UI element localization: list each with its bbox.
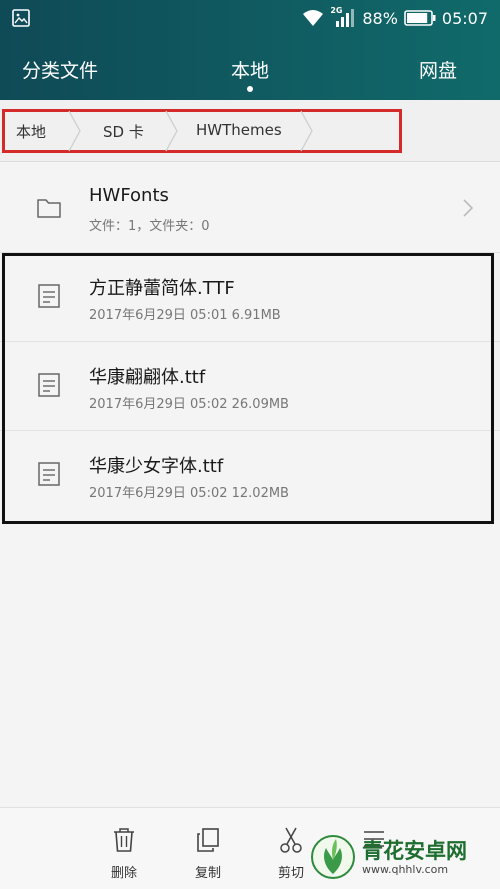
- cut-label: 剪切: [277, 866, 304, 881]
- folder-icon: [37, 199, 61, 218]
- tab-local[interactable]: 本地: [231, 56, 269, 83]
- signal-icon: 2G: [330, 6, 356, 28]
- watermark-logo-icon: [311, 835, 355, 879]
- files-highlight-box: [2, 253, 494, 524]
- breadcrumb-separator-icon: [165, 110, 178, 152]
- tab-classified-files[interactable]: 分类文件: [22, 56, 98, 83]
- copy-icon: [197, 828, 219, 852]
- clock: 05:07: [441, 8, 488, 28]
- trash-icon: [114, 828, 134, 852]
- watermark: 青花安卓网 www.qhhlv.com: [310, 830, 494, 884]
- app-header: 2G 88% 05:07 分类文件 本地 网盘: [0, 0, 500, 100]
- item-meta: 文件：1，文件夹：0: [89, 219, 210, 234]
- folder-row-hwfonts[interactable]: HWFonts 文件：1，文件夹：0: [0, 163, 500, 252]
- breadcrumb-separator-icon: [300, 110, 313, 152]
- copy-label: 复制: [194, 866, 221, 881]
- active-tab-indicator: [247, 86, 253, 92]
- tab-cloud-drive[interactable]: 网盘: [419, 56, 457, 83]
- tab-bar: 分类文件 本地 网盘: [0, 50, 500, 94]
- battery-percent: 88%: [362, 8, 398, 28]
- breadcrumb: 本地 SD 卡 HWThemes: [0, 100, 500, 162]
- gallery-icon: [12, 9, 30, 27]
- status-bar: 2G 88% 05:07: [0, 0, 500, 36]
- breadcrumb-item-hwthemes[interactable]: HWThemes: [196, 121, 282, 139]
- scissors-icon: [280, 827, 302, 853]
- wifi-icon: [303, 10, 324, 26]
- watermark-title: 青花安卓网: [362, 838, 467, 863]
- breadcrumb-item-local[interactable]: 本地: [16, 121, 46, 142]
- delete-button[interactable]: 删除: [99, 826, 149, 881]
- battery-icon: [404, 10, 436, 26]
- copy-button[interactable]: 复制: [183, 826, 233, 881]
- item-name: HWFonts: [89, 185, 169, 206]
- cut-button[interactable]: 剪切: [266, 826, 316, 881]
- breadcrumb-separator-icon: [68, 110, 81, 152]
- delete-label: 删除: [110, 866, 137, 881]
- watermark-url: www.qhhlv.com: [362, 862, 449, 876]
- breadcrumb-item-sd-card[interactable]: SD 卡: [103, 121, 144, 142]
- chevron-right-icon: [463, 199, 474, 217]
